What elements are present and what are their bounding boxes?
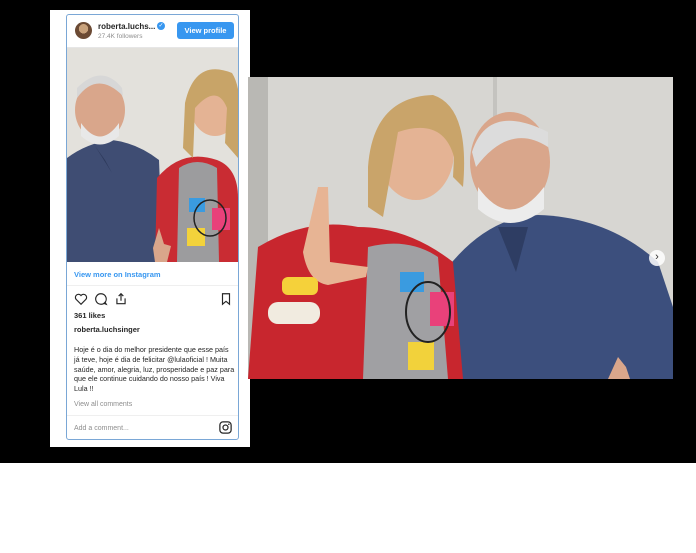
caption-author[interactable]: roberta.luchsinger	[74, 325, 140, 334]
add-comment-input[interactable]: Add a comment...	[74, 425, 129, 432]
post-photo[interactable]	[67, 48, 238, 262]
instagram-embed-card: roberta.luchs... ✓ 27.4K followers View …	[66, 14, 239, 440]
avatar[interactable]	[75, 22, 92, 39]
heart-icon[interactable]	[74, 292, 88, 306]
follower-count: 27.4K followers	[98, 33, 143, 40]
large-photo: ›	[248, 77, 673, 379]
share-icon[interactable]	[114, 292, 128, 306]
divider	[67, 415, 238, 416]
bookmark-icon[interactable]	[219, 292, 233, 306]
post-caption: Hoje é o dia do melhor presidente que es…	[74, 345, 235, 394]
divider	[67, 285, 238, 286]
username[interactable]: roberta.luchs...	[98, 22, 155, 31]
view-all-comments-link[interactable]: View all comments	[74, 401, 132, 408]
post-header: roberta.luchs... ✓ 27.4K followers View …	[67, 15, 238, 48]
comment-icon[interactable]	[94, 292, 108, 306]
verified-badge-icon: ✓	[157, 22, 165, 30]
instagram-logo-icon[interactable]	[218, 420, 233, 435]
view-profile-button[interactable]: View profile	[177, 22, 234, 39]
chevron-right-icon[interactable]: ›	[649, 250, 665, 266]
view-more-link[interactable]: View more on Instagram	[74, 270, 161, 279]
like-count[interactable]: 361 likes	[74, 311, 105, 320]
